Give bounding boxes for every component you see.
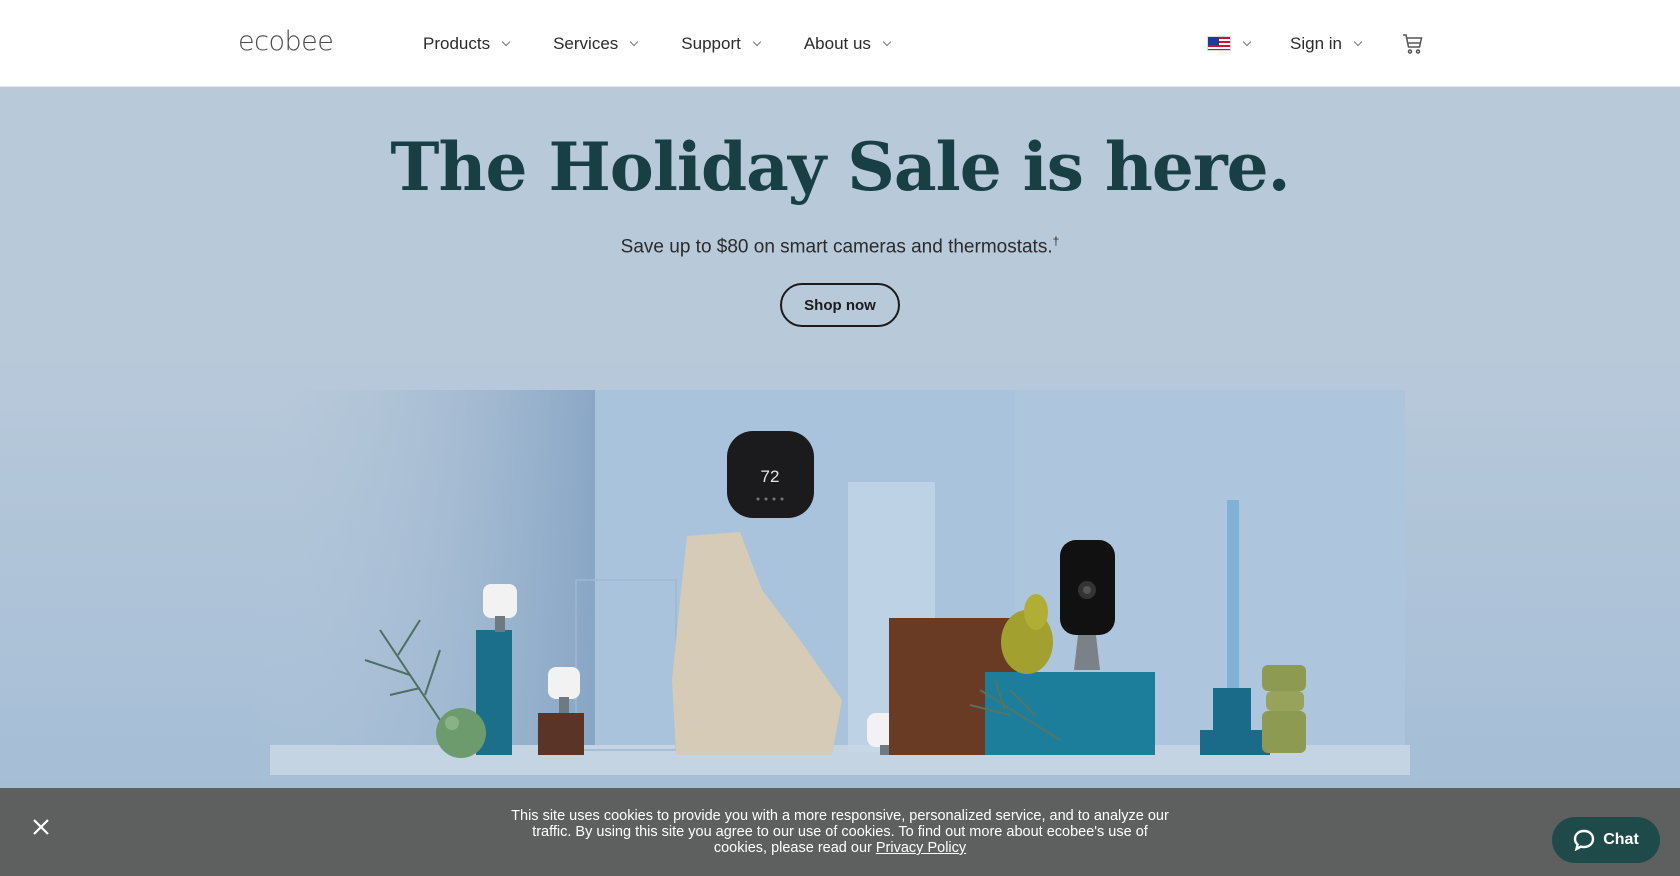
thermostat-reading: 72 <box>761 467 780 486</box>
nav-services-label: Services <box>553 33 619 53</box>
locale-selector[interactable] <box>1207 36 1252 51</box>
nav-about-us[interactable]: About us <box>803 33 892 54</box>
chat-bubble-icon <box>1574 829 1595 851</box>
hero-product-scene: 72 <box>0 350 1680 790</box>
dagger-footnote-mark: † <box>1052 234 1060 248</box>
smart-thermostat: 72 <box>727 431 814 518</box>
chat-label: Chat <box>1603 831 1639 848</box>
nav-support-label: Support <box>681 33 741 53</box>
ecobee-logo[interactable]: ecobee <box>238 26 334 57</box>
hero-subtitle: Save up to $80 on smart cameras and ther… <box>0 234 1680 258</box>
close-icon[interactable] <box>30 816 52 838</box>
chevron-down-icon <box>752 37 762 46</box>
cart-icon[interactable] <box>1401 32 1425 56</box>
sign-in-label: Sign in <box>1290 33 1342 53</box>
utility-nav: Sign in <box>1207 0 1425 87</box>
hero-title: The Holiday Sale is here. <box>390 128 1290 206</box>
us-flag-icon <box>1207 36 1231 51</box>
shop-now-button[interactable]: Shop now <box>780 283 900 327</box>
chevron-down-icon <box>882 37 892 46</box>
chevron-down-icon <box>1353 37 1363 46</box>
nav-about-us-label: About us <box>803 33 871 53</box>
chevron-down-icon <box>501 37 511 46</box>
nav-services[interactable]: Services <box>553 33 639 54</box>
privacy-policy-link[interactable]: Privacy Policy <box>876 840 966 856</box>
chevron-down-icon <box>630 37 639 46</box>
cookie-message-text: This site uses cookies to provide you wi… <box>511 808 1169 856</box>
main-nav: Products Services Support About us <box>423 0 934 87</box>
chevron-down-icon <box>1242 37 1252 46</box>
sign-in-menu[interactable]: Sign in <box>1290 33 1363 54</box>
chat-button[interactable]: Chat <box>1552 817 1660 863</box>
nav-support[interactable]: Support <box>681 33 762 54</box>
nav-products[interactable]: Products <box>423 33 511 54</box>
nav-products-label: Products <box>423 33 491 53</box>
site-header: ecobee Products Services Support About u… <box>0 0 1680 87</box>
hero-subtitle-text: Save up to $80 on smart cameras and ther… <box>620 236 1053 258</box>
cookie-message: This site uses cookies to provide you wi… <box>505 808 1175 856</box>
